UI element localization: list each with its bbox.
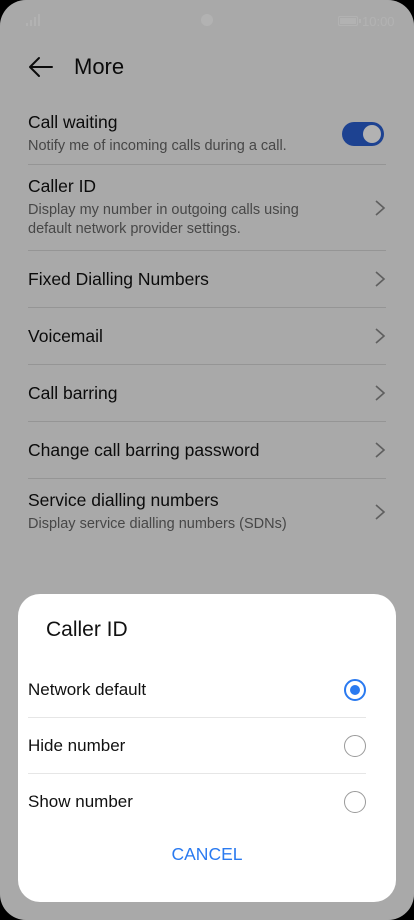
option-show-number[interactable]: Show number <box>28 774 366 829</box>
option-label: Network default <box>28 679 147 699</box>
option-hide-number[interactable]: Hide number <box>28 718 366 774</box>
option-label: Show number <box>28 791 133 811</box>
caller-id-options: Network default Hide number Show number <box>28 662 366 829</box>
radio-selected-icon[interactable] <box>344 678 366 701</box>
option-label: Hide number <box>28 735 126 755</box>
radio-unselected-icon[interactable] <box>344 734 366 757</box>
dialog-title: Caller ID <box>46 618 128 641</box>
phone-screen: 10:00 More Call waiting Notify me of inc… <box>0 0 414 920</box>
radio-unselected-icon[interactable] <box>344 790 366 813</box>
option-network-default[interactable]: Network default <box>28 662 366 718</box>
cancel-button[interactable]: CANCEL <box>18 844 396 865</box>
